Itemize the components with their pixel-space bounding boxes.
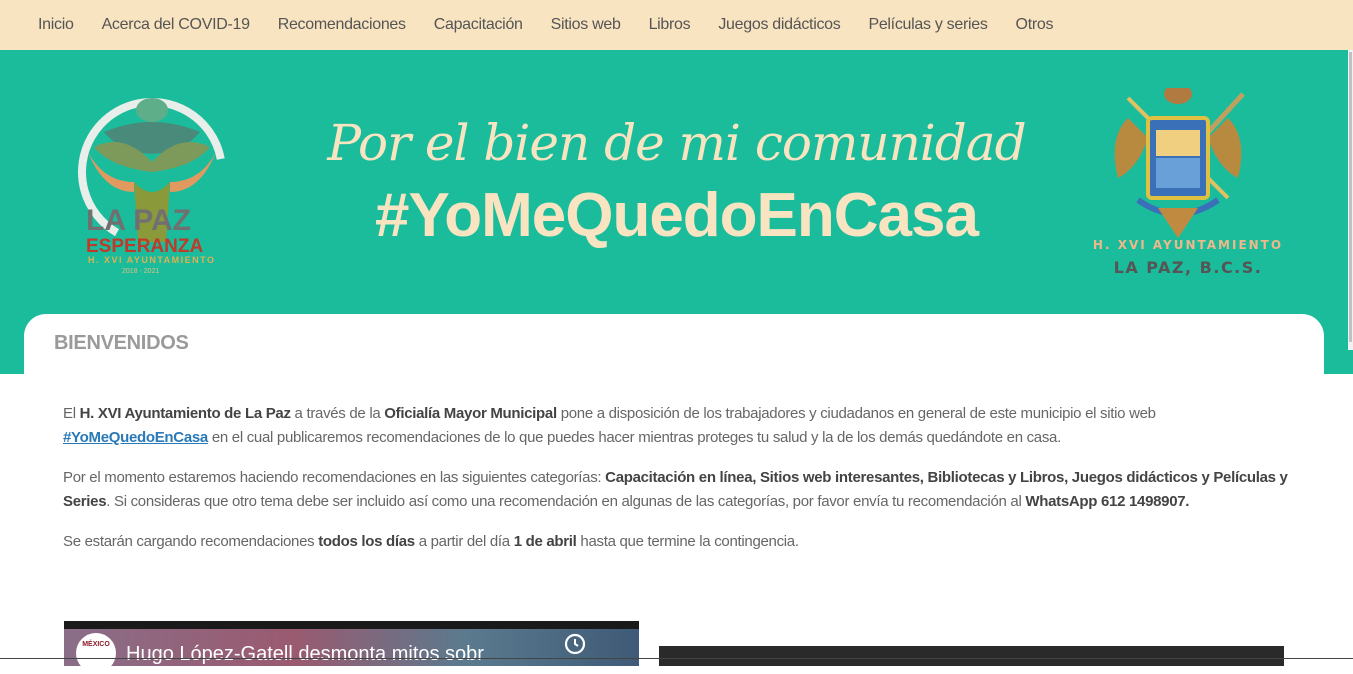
text: a través de la <box>290 405 385 422</box>
nav-recomendaciones[interactable]: Recomendaciones <box>264 16 420 34</box>
nav-otros[interactable]: Otros <box>1002 16 1068 34</box>
text: en el cual publicaremos recomendaciones … <box>207 429 1061 446</box>
whatsapp-bold: WhatsApp 612 1498907. <box>1025 493 1190 510</box>
text: Se estarán cargando recomendaciones <box>63 533 319 550</box>
nav-sitios-web[interactable]: Sitios web <box>537 16 635 34</box>
oficialia-bold: Oficialía Mayor Municipal <box>384 405 557 422</box>
welcome-title: BIENVENIDOS <box>54 332 189 354</box>
text: . Si consideras que otro tema debe ser i… <box>106 493 1026 510</box>
welcome-content: El H. XVI Ayuntamiento de La Paz a travé… <box>63 402 1288 570</box>
channel-avatar[interactable]: MÉXICO <box>76 633 116 666</box>
nav-capacitacion[interactable]: Capacitación <box>420 16 537 34</box>
ayuntamiento-bold: H. XVI Ayuntamiento de La Paz <box>79 405 291 422</box>
text: pone a disposición de los trabajadores y… <box>556 405 1156 422</box>
fecha-bold: 1 de abril <box>513 533 577 550</box>
watch-later-icon[interactable] <box>564 633 586 655</box>
scrollbar-thumb[interactable] <box>1349 52 1352 342</box>
text: Por el momento estaremos haciendo recome… <box>63 469 606 486</box>
hashtag-link[interactable]: #YoMeQuedoEnCasa <box>63 429 208 446</box>
nav-juegos[interactable]: Juegos didácticos <box>704 16 854 34</box>
nav-inicio[interactable]: Inicio <box>24 16 88 34</box>
svg-text:2018 - 2021: 2018 - 2021 <box>122 268 159 275</box>
intro-paragraph: El H. XVI Ayuntamiento de La Paz a travé… <box>63 402 1288 450</box>
text: El <box>63 405 80 422</box>
nav-acerca-covid[interactable]: Acerca del COVID-19 <box>88 16 264 34</box>
ayuntamiento-label: H. XVI AYUNTAMIENTO <box>1092 238 1284 252</box>
text: hasta que termine la contingencia. <box>576 533 799 550</box>
nav-libros[interactable]: Libros <box>635 16 705 34</box>
schedule-paragraph: Se estarán cargando recomendaciones todo… <box>63 530 1288 554</box>
nav-peliculas[interactable]: Películas y series <box>854 16 1001 34</box>
svg-text:H. XVI AYUNTAMIENTO: H. XVI AYUNTAMIENTO <box>88 255 216 265</box>
text: a partir del día <box>414 533 514 550</box>
video-title[interactable]: Hugo López-Gatell desmonta mitos sobr <box>126 643 484 666</box>
la-paz-bcs-label: LA PAZ, B.C.S. <box>1113 258 1263 277</box>
video-embed-2[interactable] <box>659 646 1284 666</box>
video-embed-1[interactable]: MÉXICO Hugo López-Gatell desmonta mitos … <box>64 621 639 666</box>
todos-dias-bold: todos los días <box>318 533 415 550</box>
top-nav: Inicio Acerca del COVID-19 Recomendacion… <box>0 0 1353 50</box>
categories-paragraph: Por el momento estaremos haciendo recome… <box>63 466 1288 514</box>
